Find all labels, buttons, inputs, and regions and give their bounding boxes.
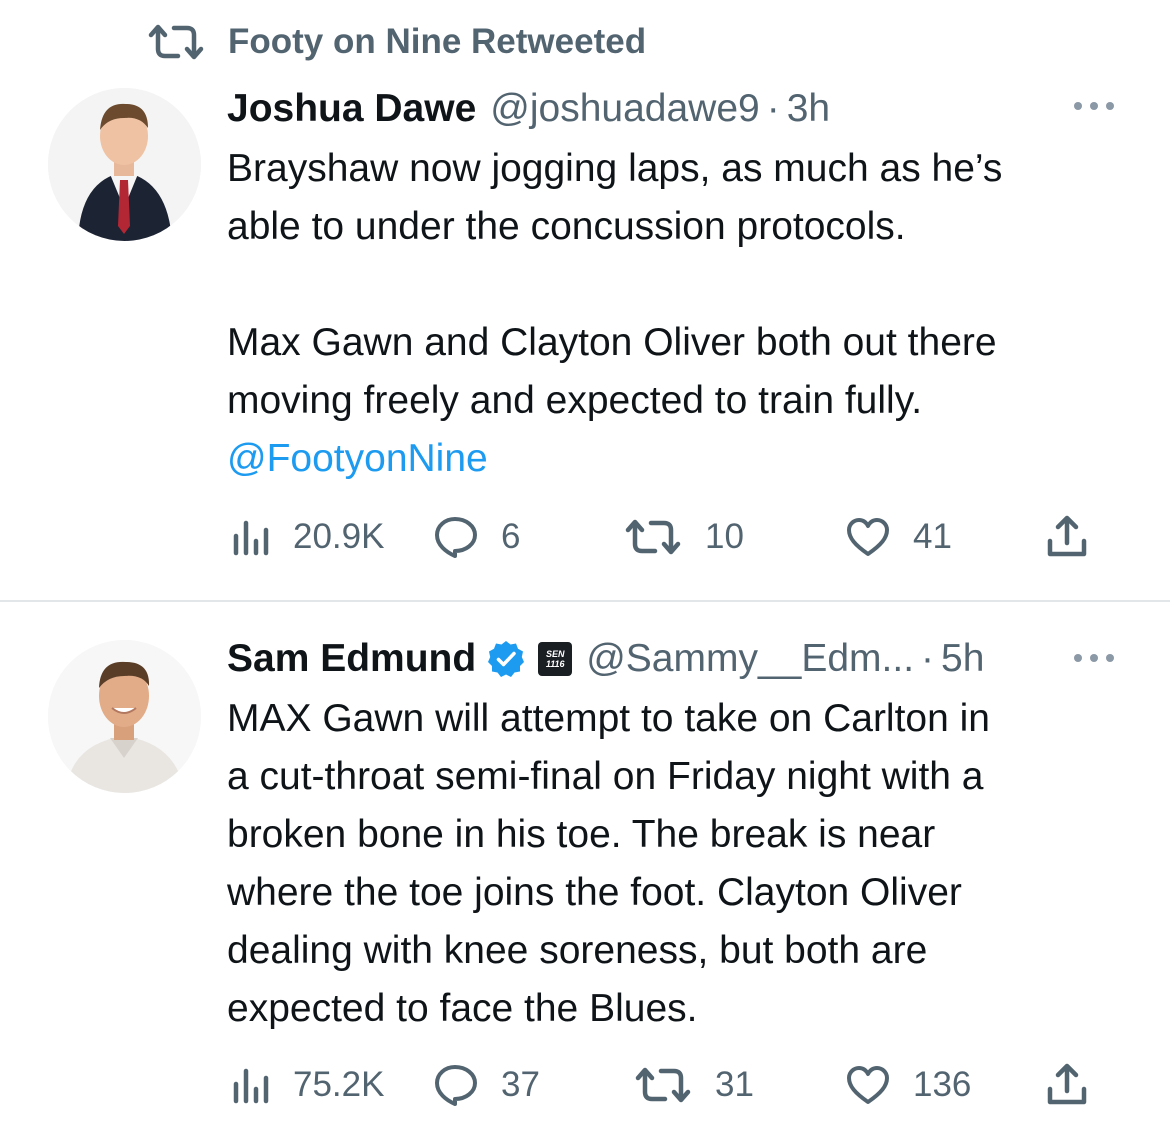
reply-icon [435,1065,477,1106]
tweet-text-line: able to under the concussion protocols. [227,205,906,248]
views-icon [233,1068,269,1104]
like-action[interactable]: 136 [845,1060,971,1110]
author-handle[interactable]: @joshuadawe9 [490,87,759,131]
views-icon [233,520,269,556]
avatar-photo [48,640,201,793]
tweet-text-line [227,256,1137,314]
tweet-actions: 20.9K 6 10 41 [227,512,1107,562]
tweet-sam-edmund[interactable]: Sam Edmund SEN 1116 @Sammy__Edm... · 5h … [0,602,1170,1145]
like-count: 136 [913,1065,972,1104]
share-action[interactable] [1045,512,1089,562]
reply-count: 37 [501,1065,540,1104]
share-icon [1047,1063,1087,1105]
timestamp[interactable]: 3h [787,87,830,131]
retweet-action[interactable]: 10 [623,512,744,562]
like-action[interactable]: 41 [845,512,952,562]
org-affiliation-badge[interactable]: SEN 1116 [538,642,573,676]
org-badge-label: SEN 1116 [545,649,565,669]
tweet-text: MAX Gawn will attempt to take on Carlton… [227,690,1137,1038]
separator-dot: · [921,637,935,680]
author-name[interactable]: Sam Edmund [227,637,476,681]
avatar[interactable] [48,640,201,793]
tweet-actions: 75.2K 37 31 136 [227,1060,1107,1110]
tweet-text-line: MAX Gawn will attempt to take on Carlton… [227,697,990,740]
reply-action[interactable]: 37 [433,1060,540,1110]
views-count: 20.9K [293,517,385,556]
heart-icon [847,1066,889,1104]
heart-icon [847,518,889,556]
tweet-text-line: Brayshaw now jogging laps, as much as he… [227,147,1003,190]
author-handle[interactable]: @Sammy__Edm... [586,637,914,681]
tweet-text-line: dealing with knee soreness, but both are [227,929,928,972]
verified-badge-icon [488,641,525,677]
retweet-icon [148,24,204,60]
retweeted-by-line: Footy on Nine Retweeted [146,20,646,64]
tweet-text-line: moving freely and expected to train full… [227,379,923,422]
tweet-header: Sam Edmund SEN 1116 @Sammy__Edm... · 5h [227,634,1130,684]
tweet-header: Joshua Dawe @joshuadawe9 · 3h [227,84,1130,134]
retweet-icon [625,519,681,555]
mention-link[interactable]: @FootyonNine [227,430,1137,488]
tweet-text-line: a cut-throat semi-final on Friday night … [227,755,984,798]
more-options-icon[interactable] [1070,648,1118,668]
more-options-icon[interactable] [1070,96,1118,116]
tweet-text-line: broken bone in his toe. The break is nea… [227,813,936,856]
avatar-photo [48,88,201,241]
reply-count: 6 [501,517,521,556]
views-action[interactable]: 75.2K [231,1060,384,1110]
timestamp[interactable]: 5h [941,637,984,681]
retweet-count: 10 [705,517,744,556]
separator-dot: · [766,87,780,130]
like-count: 41 [913,517,952,556]
reply-icon [435,517,477,558]
reply-action[interactable]: 6 [433,512,520,562]
retweet-count: 31 [715,1065,754,1104]
retweet-action[interactable]: 31 [633,1060,754,1110]
tweet-text-line: where the toe joins the foot. Clayton Ol… [227,871,962,914]
share-action[interactable] [1045,1060,1089,1110]
avatar[interactable] [48,88,201,241]
retweeted-by-label[interactable]: Footy on Nine Retweeted [228,22,646,62]
views-count: 75.2K [293,1065,385,1104]
views-action[interactable]: 20.9K [231,512,384,562]
tweet-text-line: Max Gawn and Clayton Oliver both out the… [227,321,997,364]
author-name[interactable]: Joshua Dawe [227,87,476,131]
tweet-text-line: expected to face the Blues. [227,987,698,1030]
retweet-icon [635,1067,691,1103]
tweet-text: Brayshaw now jogging laps, as much as he… [227,140,1137,488]
tweet-joshua-dawe[interactable]: Footy on Nine Retweeted Joshua Dawe @jos… [0,0,1170,601]
share-icon [1047,515,1087,557]
